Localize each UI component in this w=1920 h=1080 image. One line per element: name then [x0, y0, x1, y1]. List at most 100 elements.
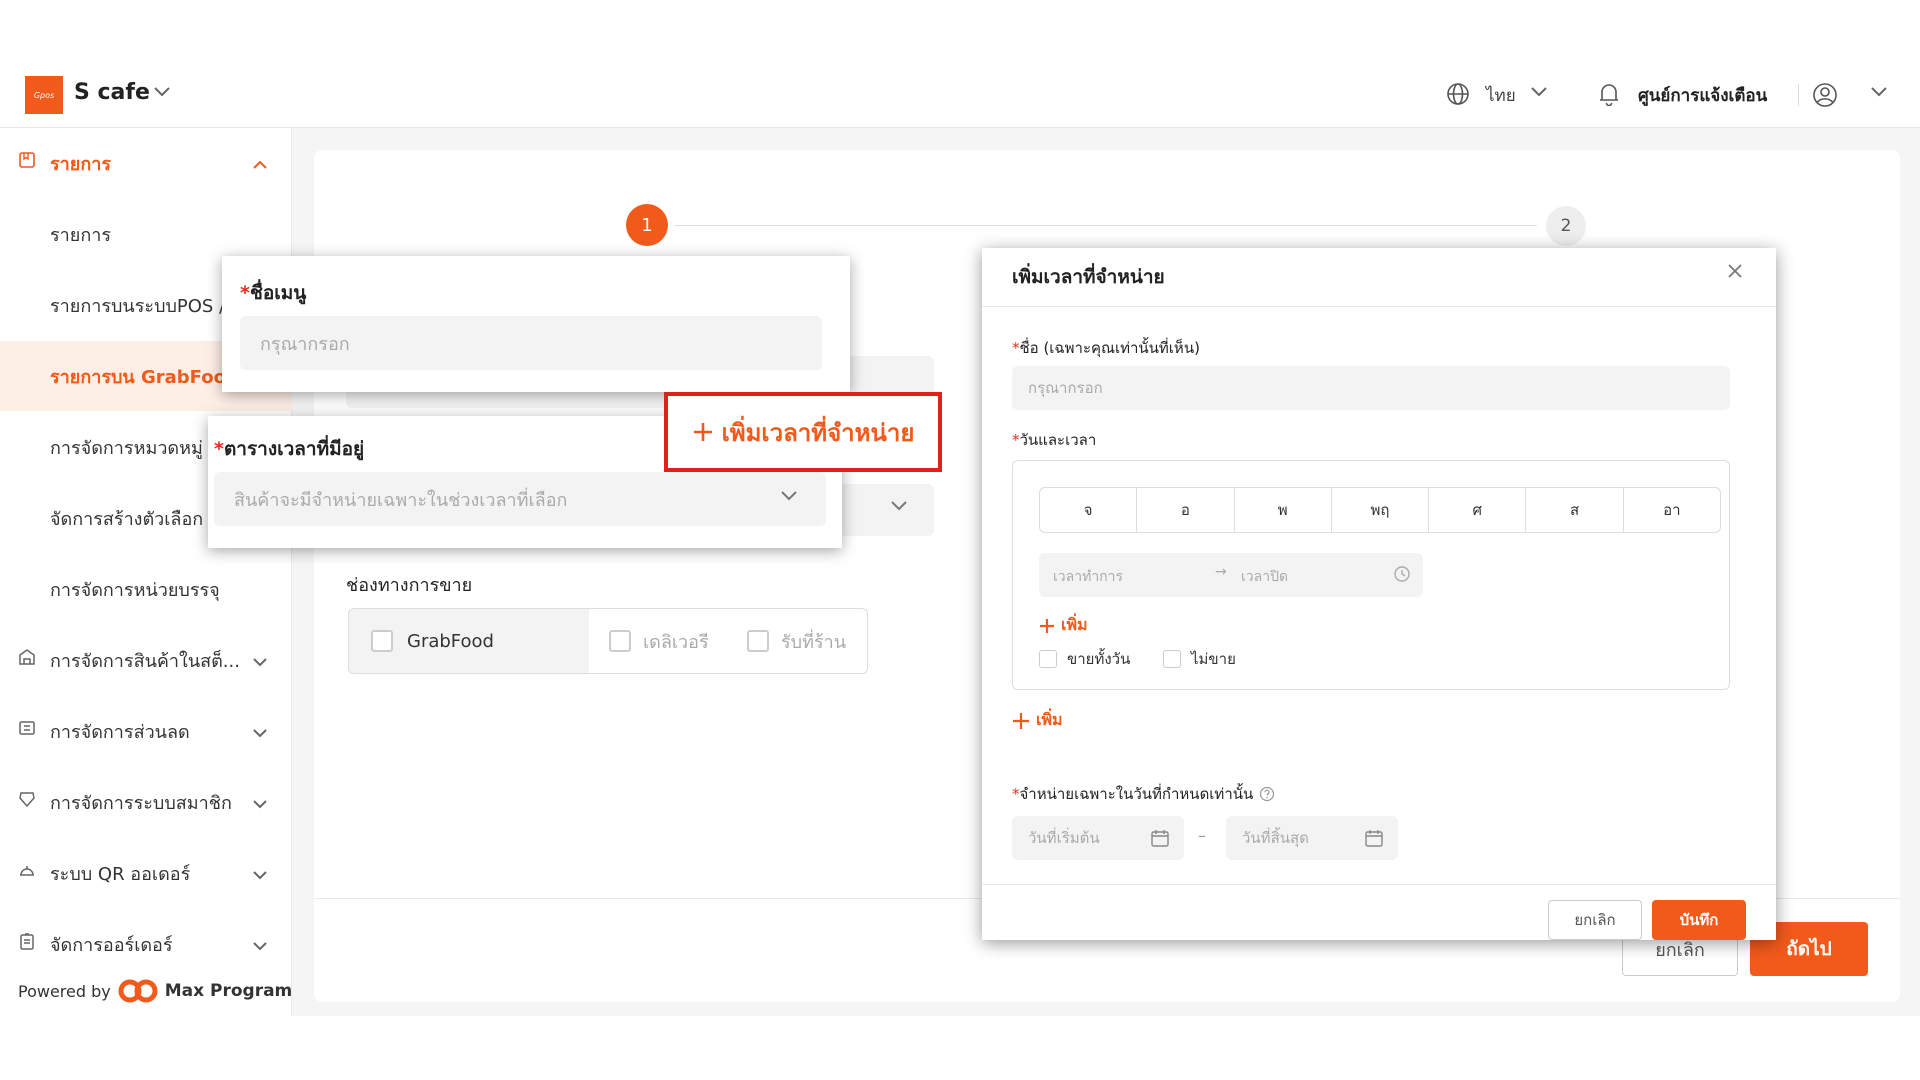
chevron-down-icon[interactable] [252, 935, 268, 956]
datetime-label: *วันและเวลา [1012, 431, 1097, 449]
sidebar-item-units[interactable]: การจัดการหน่วยบรรจุ [0, 554, 292, 624]
schedule-name-input[interactable]: กรุณากรอก [1012, 366, 1730, 410]
datetime-box: จ อ พ พฤ ศ ส อา เวลาทำการ → เวลาปิด เพิ่… [1012, 460, 1730, 690]
sidebar-group-members[interactable]: การจัดการระบบสมาชิก [0, 767, 292, 837]
menu-name-label: *ชื่อเมนู [240, 282, 307, 304]
schedule-label: *ตารางเวลาที่มีอยู่ [214, 438, 365, 460]
open-time-placeholder: เวลาทำการ [1053, 569, 1124, 585]
schedule-select[interactable]: สินค้าจะมีจำหน่ายเฉพาะในช่วงเวลาที่เลือก [214, 472, 826, 526]
wizard-step-line [675, 225, 1537, 226]
globe-icon[interactable] [1446, 82, 1470, 106]
sales-channels-group: GrabFood เดลิเวอรี รับที่ร้าน [348, 608, 868, 674]
not-sell-option[interactable]: ไม่ขาย [1163, 647, 1236, 671]
app-logo: Gpos [25, 76, 63, 114]
sidebar-item-label: รายการ [50, 153, 111, 175]
end-date-input[interactable]: วันที่สิ้นสุด [1226, 816, 1398, 860]
sidebar-item-label: จัดการออร์เดอร์ [50, 934, 173, 956]
powered-by: Powered by Max Program [18, 978, 292, 1004]
close-icon[interactable] [1726, 262, 1744, 280]
channel-grabfood[interactable]: GrabFood [349, 609, 589, 673]
chevron-down-icon[interactable] [780, 490, 798, 502]
not-sell-checkbox[interactable] [1163, 650, 1181, 668]
modal-save-button[interactable]: บันทึก [1652, 900, 1746, 940]
chevron-down-icon[interactable] [890, 500, 908, 512]
chevron-down-icon[interactable] [153, 86, 171, 98]
brand-name: Max Program [164, 981, 293, 1001]
notification-center-link[interactable]: ศูนย์การแจ้งเตือน [1638, 82, 1767, 109]
plus-icon [1012, 712, 1030, 730]
clipboard-icon [18, 932, 36, 955]
sidebar-item-label: รายการบนระบบPOS / [50, 295, 225, 317]
plus-icon [1039, 618, 1055, 634]
chevron-down-icon[interactable] [252, 651, 268, 672]
help-icon[interactable] [1259, 786, 1275, 802]
sidebar-item-label: จัดการสร้างตัวเลือก [50, 508, 204, 530]
add-sale-time-label: เพิ่มเวลาที่จำหน่าย [721, 418, 915, 447]
chevron-down-icon[interactable] [1870, 86, 1888, 98]
chevron-down-icon[interactable] [252, 793, 268, 814]
plus-icon [692, 421, 714, 443]
modal-title: เพิ่มเวลาที่จำหน่าย [1012, 266, 1165, 288]
sidebar-item-label: รายการบน GrabFood [50, 366, 225, 388]
warehouse-icon [18, 648, 36, 671]
end-date-placeholder: วันที่สิ้นสุด [1242, 829, 1309, 847]
add-label: เพิ่ม [1061, 615, 1088, 634]
weekday-selector: จ อ พ พฤ ศ ส อา [1039, 487, 1721, 533]
menu-name-input[interactable]: กรุณากรอก [240, 316, 822, 370]
channel-label: รับที่ร้าน [781, 631, 847, 653]
sidebar-item-label: การจัดการระบบสมาชิก [50, 792, 232, 814]
chevron-down-icon[interactable] [252, 864, 268, 885]
sidebar-item-label: ระบบ QR ออเดอร์ [50, 863, 191, 885]
sidebar-group-discounts[interactable]: การจัดการส่วนลด [0, 696, 292, 766]
add-time-button[interactable]: เพิ่ม [1039, 613, 1088, 638]
divider [982, 306, 1776, 307]
user-avatar-icon[interactable] [1812, 82, 1838, 108]
member-icon [18, 790, 36, 813]
day-mon[interactable]: จ [1040, 488, 1138, 532]
channel-label: GrabFood [407, 630, 494, 652]
add-label: เพิ่ม [1036, 710, 1063, 729]
day-fri[interactable]: ศ [1429, 488, 1527, 532]
bell-icon[interactable] [1598, 82, 1620, 106]
sidebar-item-label: การจัดการสินค้าในสต็... [50, 650, 240, 672]
sidebar-group-stock[interactable]: การจัดการสินค้าในสต็... [0, 625, 292, 695]
sidebar-group-qr-order[interactable]: ระบบ QR ออเดอร์ [0, 838, 292, 908]
date-range-label: *จำหน่ายเฉพาะในวันที่กำหนดเท่านั้น [1012, 782, 1275, 806]
day-wed[interactable]: พ [1235, 488, 1332, 532]
arrow-right-icon: → [1215, 564, 1227, 580]
add-day-group-button[interactable]: เพิ่ม [1012, 708, 1063, 733]
sell-all-day-option[interactable]: ขายทั้งวัน [1039, 647, 1130, 671]
sidebar-group-orders[interactable]: จัดการออร์เดอร์ [0, 909, 292, 979]
chevron-down-icon[interactable] [1530, 86, 1548, 98]
calendar-icon [1150, 828, 1170, 848]
day-sat[interactable]: ส [1526, 488, 1624, 532]
wizard-step-2: 2 [1546, 206, 1586, 246]
channel-delivery: เดลิเวอรี [609, 609, 709, 673]
time-range-input[interactable]: เวลาทำการ → เวลาปิด [1039, 553, 1423, 597]
store-name[interactable]: S cafe [74, 80, 150, 105]
sidebar-group-items[interactable]: รายการ [0, 128, 292, 198]
all-day-checkbox[interactable] [1039, 650, 1057, 668]
channel-pickup: รับที่ร้าน [747, 609, 846, 673]
chevron-down-icon[interactable] [252, 722, 268, 743]
day-thu[interactable]: พฤ [1332, 488, 1430, 532]
start-date-input[interactable]: วันที่เริ่มต้น [1012, 816, 1184, 860]
add-sale-time-modal: เพิ่มเวลาที่จำหน่าย *ชื่อ (เฉพาะคุณเท่าน… [982, 248, 1776, 940]
day-tue[interactable]: อ [1137, 488, 1235, 532]
channel-label: เดลิเวอรี [643, 631, 709, 653]
close-time-placeholder: เวลาปิด [1241, 569, 1289, 585]
schedule-select-bg[interactable] [840, 484, 934, 536]
not-sell-label: ไม่ขาย [1191, 650, 1236, 668]
add-sale-time-button[interactable]: เพิ่มเวลาที่จำหน่าย [664, 392, 942, 472]
sales-channels-label: ช่องทางการขาย [346, 575, 473, 596]
sidebar-item-label: การจัดการหมวดหมู่ [50, 437, 203, 459]
grabfood-checkbox[interactable] [371, 630, 393, 652]
chevron-up-icon[interactable] [252, 154, 268, 175]
pickup-checkbox [747, 630, 769, 652]
language-selector[interactable]: ไทย [1486, 82, 1516, 109]
wizard-step-1: 1 [626, 204, 668, 246]
day-sun[interactable]: อา [1624, 488, 1720, 532]
modal-cancel-button[interactable]: ยกเลิก [1548, 900, 1642, 940]
sidebar-item-label: การจัดการส่วนลด [50, 721, 190, 743]
calendar-icon [1364, 828, 1384, 848]
